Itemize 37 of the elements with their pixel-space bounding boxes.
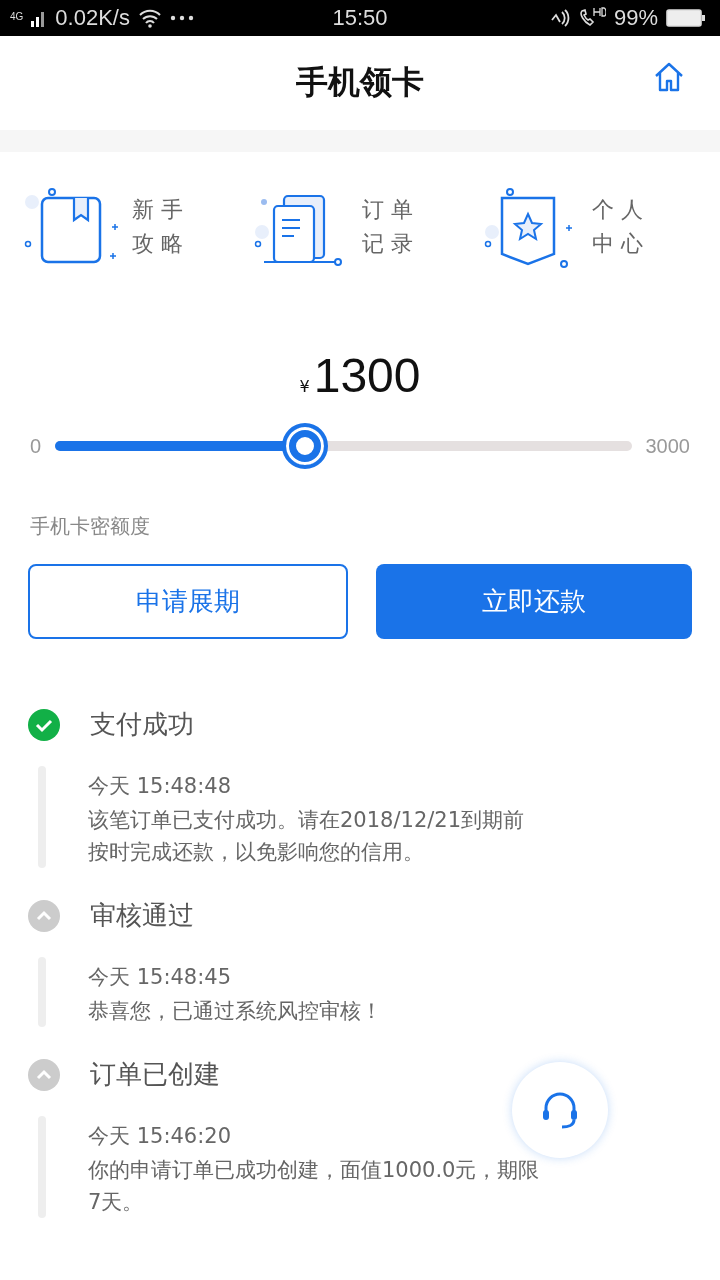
step-time: 今天 15:48:45 [88, 964, 232, 991]
step-time: 今天 15:48:48 [88, 773, 232, 800]
limit-label: 手机卡密额度 [30, 513, 151, 540]
currency-symbol: ¥ [299, 377, 310, 396]
repay-button[interactable]: 立即还款 [376, 564, 692, 639]
page-title: 手机领卡 [296, 62, 424, 103]
shortcut-label[interactable]: 中 心 [592, 229, 643, 259]
network-type: 4G [10, 11, 24, 22]
battery-icon [666, 9, 706, 27]
step-description: 你的申请订单已成功创建，面值1000.0元，期限7天。 [88, 1157, 540, 1216]
step-description: 恭喜您，已通过系统风控审核！ [88, 998, 383, 1025]
shortcut-label[interactable]: 个 人 [592, 195, 643, 225]
network-speed: 0.02K/s [55, 5, 130, 31]
step-title: 支付成功 [90, 708, 194, 741]
step-time: 今天 15:46:20 [88, 1123, 232, 1150]
step-title: 审核通过 [90, 899, 194, 932]
shortcut-label[interactable]: 订 单 [362, 195, 413, 225]
step-description: 该笔订单已支付成功。请在2018/12/21到期前按时完成还款，以免影响您的信用。 [88, 807, 526, 866]
phone-hd-icon [577, 7, 606, 29]
wifi-icon [137, 8, 162, 28]
support-button[interactable] [512, 1062, 608, 1158]
slider-min: 0 [30, 434, 42, 458]
nfc-icon [549, 8, 570, 28]
shortcut-label[interactable]: 攻 略 [132, 229, 183, 259]
clock: 15:50 [332, 5, 388, 31]
check-icon [28, 708, 60, 741]
chevron-up-icon [28, 899, 60, 932]
slider-max: 3000 [645, 434, 690, 458]
step-title: 订单已创建 [90, 1058, 220, 1091]
shortcut-label[interactable]: 新 手 [132, 195, 183, 225]
slider-thumb[interactable] [281, 423, 328, 469]
amount-value: 1300 [313, 348, 421, 403]
shortcut-label[interactable]: 记 录 [362, 229, 413, 259]
extend-button[interactable]: 申请展期 [28, 564, 348, 639]
chevron-up-icon [28, 1058, 60, 1091]
battery-percent: 99% [613, 5, 658, 31]
more-icon [169, 15, 194, 21]
